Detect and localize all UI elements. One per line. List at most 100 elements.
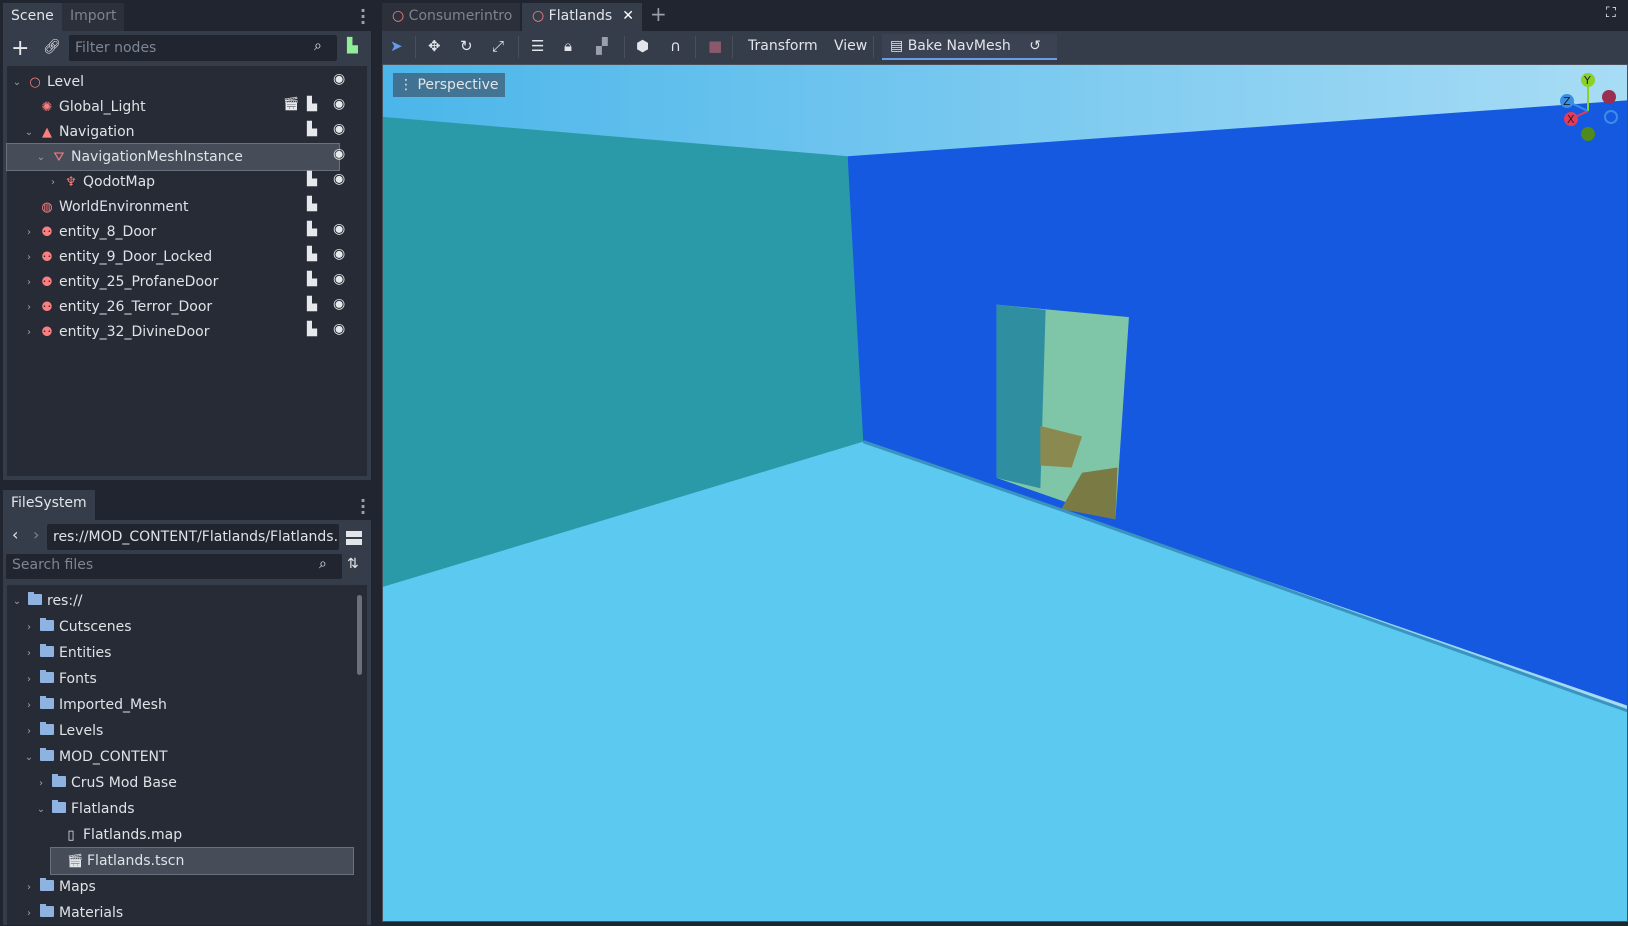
filter-nodes-input[interactable]: Filter nodes xyxy=(69,35,337,61)
file-item[interactable]: › Imported_Mesh xyxy=(7,692,367,718)
script-icon[interactable]: ▙ xyxy=(307,272,317,287)
tab-filesystem[interactable]: FileSystem xyxy=(3,490,95,520)
file-item[interactable]: › Fonts xyxy=(7,666,367,692)
file-item[interactable]: ⌄ MOD_CONTENT xyxy=(7,744,367,770)
expand-toggle-icon[interactable]: › xyxy=(23,882,35,893)
view-menu[interactable]: View xyxy=(834,38,867,54)
expand-toggle-icon[interactable]: › xyxy=(23,252,35,263)
split-view-icon[interactable] xyxy=(346,531,362,545)
expand-toggle-icon[interactable]: › xyxy=(23,622,35,633)
expand-toggle-icon[interactable]: › xyxy=(23,227,35,238)
visibility-icon[interactable]: ◉ xyxy=(333,146,345,162)
expand-toggle-icon[interactable]: › xyxy=(23,726,35,737)
close-icon[interactable]: ✕ xyxy=(622,8,634,24)
tab-flatlands[interactable]: ○ Flatlands ✕ xyxy=(522,3,642,31)
select-tool-icon[interactable]: ➤ xyxy=(390,37,403,55)
back-icon[interactable]: ‹ xyxy=(12,525,18,544)
file-item[interactable]: › Levels xyxy=(7,718,367,744)
visibility-icon[interactable]: ◉ xyxy=(333,121,345,137)
file-item[interactable]: ⌄ res:// xyxy=(7,588,367,614)
attach-script-icon[interactable]: ▙ xyxy=(347,38,358,54)
file-label: Levels xyxy=(59,723,104,739)
tab-consumerintro[interactable]: ○ Consumerintro xyxy=(382,3,521,31)
file-item[interactable]: › Cutscenes xyxy=(7,614,367,640)
file-label: Materials xyxy=(59,905,124,921)
lock-icon[interactable]: 🔒︎ xyxy=(564,37,572,55)
expand-toggle-icon[interactable]: › xyxy=(47,177,59,188)
transform-menu[interactable]: Transform xyxy=(748,38,818,54)
list-select-icon[interactable]: ☰ xyxy=(531,37,544,55)
clear-icon[interactable]: ↺ xyxy=(1029,38,1041,54)
expand-toggle-icon[interactable]: › xyxy=(23,908,35,919)
file-item[interactable]: › Materials xyxy=(7,900,367,926)
file-item[interactable]: › Entities xyxy=(7,640,367,666)
expand-toggle-icon[interactable]: ⌄ xyxy=(23,127,35,138)
expand-toggle-icon[interactable]: ⌄ xyxy=(35,152,47,163)
expand-toggle-icon[interactable]: ⌄ xyxy=(11,77,23,88)
file-item[interactable]: › CruS Mod Base xyxy=(7,770,367,796)
visibility-icon[interactable]: ◉ xyxy=(333,271,345,287)
visibility-icon[interactable]: ◉ xyxy=(333,71,345,87)
script-icon[interactable]: ▙ xyxy=(307,172,317,187)
script-icon[interactable]: ▙ xyxy=(307,247,317,262)
tree-node[interactable]: ⌄ ⛛ NavigationMeshInstance xyxy=(6,143,340,171)
expand-toggle-icon[interactable]: › xyxy=(23,302,35,313)
path-field[interactable]: res://MOD_CONTENT/Flatlands/Flatlands. xyxy=(47,524,339,550)
scale-tool-icon[interactable]: ⤢ xyxy=(492,37,504,55)
expand-toggle-icon[interactable]: › xyxy=(23,700,35,711)
search-files-input[interactable]: Search files xyxy=(6,554,342,579)
visibility-icon[interactable]: ◉ xyxy=(333,321,345,337)
expand-toggle-icon[interactable]: ⌄ xyxy=(35,804,47,815)
scene-tree[interactable]: ⌄ ○ Level ◉ ✺ Global_Light ▙ 🎬︎ ◉ ⌄ ▲ Navigation ▙ ◉ ⌄… xyxy=(6,66,367,476)
snap-icon[interactable]: ∩ xyxy=(670,37,681,55)
camera-icon[interactable]: ■ xyxy=(708,37,722,55)
file-label: Fonts xyxy=(59,671,97,687)
bake-navmesh-button[interactable]: ▤ Bake NavMesh ↺ xyxy=(882,34,1057,60)
expand-toggle-icon[interactable]: ⌄ xyxy=(11,596,23,607)
dock-menu-icon[interactable]: · · · xyxy=(360,3,366,31)
sort-icon[interactable]: ⇅ xyxy=(347,556,359,572)
file-item[interactable]: ⌄ Flatlands xyxy=(7,796,367,822)
expand-toggle-icon[interactable]: › xyxy=(35,778,47,789)
local-space-icon[interactable]: ⬢ xyxy=(636,37,649,55)
clapper-icon[interactable]: 🎬︎ xyxy=(283,97,300,112)
file-item[interactable]: 🎬︎ Flatlands.tscn xyxy=(50,847,354,875)
file-tree[interactable]: ⌄ res:// › Cutscenes › Entities › Fonts › Importe… xyxy=(7,585,367,925)
visibility-icon[interactable]: ◉ xyxy=(333,171,345,187)
group-icon[interactable]: ▞ xyxy=(596,37,608,55)
add-node-icon[interactable]: + xyxy=(11,36,29,61)
dock-menu-icon[interactable]: · · · xyxy=(360,493,366,521)
script-icon[interactable]: ▙ xyxy=(307,222,317,237)
tree-node[interactable]: ⌄ ○ Level xyxy=(7,69,367,95)
expand-toggle-icon[interactable]: ⌄ xyxy=(23,752,35,763)
script-icon[interactable]: ▙ xyxy=(307,97,317,112)
add-tab-icon[interactable]: + xyxy=(650,2,667,26)
expand-toggle-icon[interactable]: › xyxy=(23,648,35,659)
tab-import[interactable]: Import xyxy=(62,3,125,31)
visibility-icon[interactable]: ◉ xyxy=(333,296,345,312)
3d-viewport[interactable]: ⋮ Perspective Y Z X xyxy=(382,64,1628,922)
scene-file-icon: 🎬︎ xyxy=(67,853,84,869)
file-item[interactable]: ▯ Flatlands.map xyxy=(7,822,367,848)
script-icon[interactable]: ▙ xyxy=(307,197,317,212)
perspective-menu[interactable]: ⋮ Perspective xyxy=(393,73,505,97)
expand-toggle-icon[interactable]: › xyxy=(23,277,35,288)
fullscreen-icon[interactable]: ⛶ xyxy=(1606,5,1616,21)
axis-gizmo[interactable]: Y Z X xyxy=(1553,71,1623,141)
visibility-icon[interactable]: ◉ xyxy=(333,221,345,237)
move-tool-icon[interactable]: ✥ xyxy=(428,37,441,55)
script-icon[interactable]: ▙ xyxy=(307,322,317,337)
script-icon[interactable]: ▙ xyxy=(307,297,317,312)
expand-toggle-icon[interactable]: › xyxy=(23,327,35,338)
visibility-icon[interactable]: ◉ xyxy=(333,246,345,262)
expand-toggle-icon[interactable]: › xyxy=(23,674,35,685)
scrollbar[interactable] xyxy=(357,595,362,675)
forward-icon[interactable]: › xyxy=(33,525,39,544)
visibility-icon[interactable]: ◉ xyxy=(333,96,345,112)
script-icon[interactable]: ▙ xyxy=(307,122,317,137)
kinematic-icon: ⚉ xyxy=(41,299,53,315)
file-item[interactable]: › Maps xyxy=(7,874,367,900)
rotate-tool-icon[interactable]: ↻ xyxy=(460,37,473,55)
link-icon[interactable]: 🔗︎ xyxy=(43,39,61,55)
tab-scene[interactable]: Scene xyxy=(3,3,62,31)
